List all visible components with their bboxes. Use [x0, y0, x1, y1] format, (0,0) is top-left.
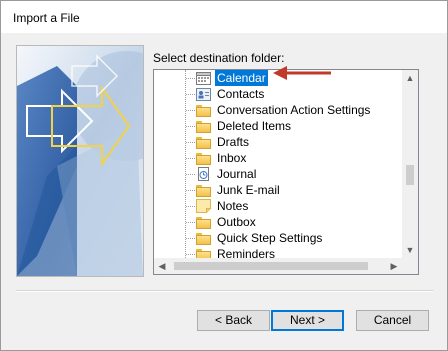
folder-icon [196, 247, 211, 258]
notes-icon [196, 199, 211, 213]
folder-item-label: Calendar [215, 70, 268, 86]
next-button[interactable]: Next > [271, 310, 344, 331]
wizard-illustration [16, 45, 144, 277]
tree-branch-line [186, 94, 195, 95]
contacts-icon [196, 87, 211, 101]
folder-tree[interactable]: Calendar Contacts Conversation Action Sett… [153, 69, 419, 275]
folder-icon [196, 135, 211, 149]
folder-icon [196, 151, 211, 165]
folder-item[interactable]: Deleted Items [186, 118, 396, 134]
annotation-arrow-icon [273, 66, 331, 80]
folder-icon [196, 215, 211, 229]
scroll-left-icon[interactable]: ◀ [154, 258, 170, 274]
tree-branch-line [186, 142, 195, 143]
folder-icon [196, 231, 211, 245]
folder-item-label: Notes [217, 199, 249, 213]
horizontal-scrollbar[interactable]: ◀ ▶ [154, 258, 402, 274]
tree-branch-line [186, 174, 195, 175]
folder-item[interactable]: Contacts [186, 86, 396, 102]
folder-item-label: Reminders [217, 247, 276, 258]
vertical-scrollbar[interactable]: ▲ ▼ [402, 70, 418, 258]
folder-item[interactable]: Outbox [186, 214, 396, 230]
folder-item-label: Journal [217, 167, 257, 181]
folder-icon [196, 103, 211, 117]
folder-icon [196, 183, 211, 197]
folder-item-label: Conversation Action Settings [217, 103, 371, 117]
tree-branch-line [186, 190, 195, 191]
dialog-title: Import a File [13, 11, 80, 25]
folder-icon [196, 119, 211, 133]
horizontal-scroll-thumb[interactable] [174, 262, 368, 270]
folder-item-label: Quick Step Settings [217, 231, 323, 245]
folder-item[interactable]: Quick Step Settings [186, 230, 396, 246]
back-button[interactable]: < Back [197, 310, 270, 331]
calendar-icon [196, 71, 211, 85]
folder-item[interactable]: Drafts [186, 134, 396, 150]
folder-item[interactable]: Notes [186, 198, 396, 214]
tree-branch-line [186, 238, 195, 239]
cancel-button[interactable]: Cancel [356, 310, 429, 331]
title-bar: Import a File [1, 1, 447, 33]
select-destination-label: Select destination folder: [153, 51, 285, 65]
folder-item[interactable]: Junk E-mail [186, 182, 396, 198]
folder-item[interactable]: Reminders [186, 246, 396, 258]
tree-branch-line [186, 158, 195, 159]
journal-icon [196, 167, 211, 181]
footer-separator [16, 290, 433, 292]
scroll-up-icon[interactable]: ▲ [402, 70, 418, 86]
folder-tree-viewport: Calendar Contacts Conversation Action Sett… [154, 70, 402, 258]
tree-branch-line [186, 110, 195, 111]
vertical-scroll-thumb[interactable] [406, 165, 414, 185]
import-file-dialog: Import a File Select destination folder:… [0, 0, 448, 351]
folder-item-label: Outbox [217, 215, 256, 229]
folder-item-label: Deleted Items [217, 119, 292, 133]
scroll-right-icon[interactable]: ▶ [386, 258, 402, 274]
folder-item-label: Drafts [217, 135, 250, 149]
tree-branch-line [186, 126, 195, 127]
tree-branch-line [186, 254, 195, 255]
tree-branch-line [186, 222, 195, 223]
tree-branch-line [186, 206, 195, 207]
folder-item[interactable]: Conversation Action Settings [186, 102, 396, 118]
tree-branch-line [186, 78, 195, 79]
folder-item-label: Junk E-mail [217, 183, 280, 197]
scroll-down-icon[interactable]: ▼ [402, 242, 418, 258]
folder-item[interactable]: Journal [186, 166, 396, 182]
folder-item[interactable]: Inbox [186, 150, 396, 166]
folder-item-label: Contacts [217, 87, 265, 101]
scrollbar-corner [402, 258, 418, 274]
folder-item-label: Inbox [217, 151, 247, 165]
